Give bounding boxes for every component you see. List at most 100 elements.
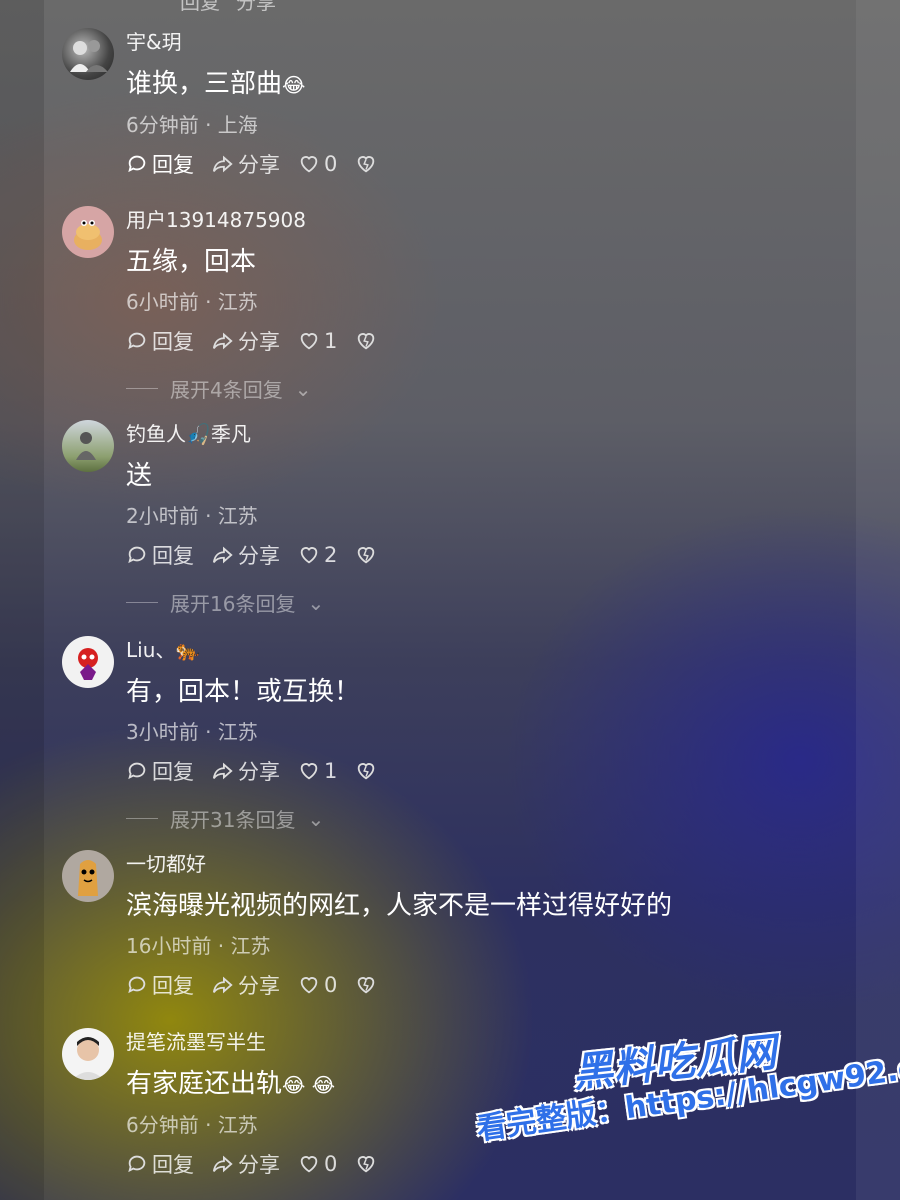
share-icon	[212, 544, 234, 566]
share-label: 分享	[238, 544, 280, 568]
tiger-emoji: 🐅	[175, 638, 201, 662]
reply-label: 回复	[152, 974, 194, 998]
left-edge	[0, 0, 44, 1200]
dislike-button[interactable]	[355, 330, 377, 352]
share-label: 分享	[238, 330, 280, 354]
heart-icon	[298, 1153, 320, 1175]
like-count: 0	[324, 1152, 338, 1176]
share-button[interactable]: 分享	[212, 756, 280, 786]
heart-icon	[298, 974, 320, 996]
reply-button[interactable]: 回复	[126, 1149, 194, 1179]
reply-icon	[126, 1153, 148, 1175]
comment-meta: 6小时前 · 江苏	[126, 290, 258, 314]
like-count: 1	[324, 329, 338, 353]
share-icon	[212, 760, 234, 782]
comment-username[interactable]: 宇&玥	[126, 28, 842, 56]
dislike-button[interactable]	[355, 1153, 377, 1175]
laughing-emoji: 😂 😂	[282, 1073, 336, 1097]
right-edge	[856, 0, 900, 1200]
avatar[interactable]	[62, 636, 114, 688]
expand-replies-label: 展开16条回复	[170, 592, 296, 616]
previous-comment-actions: 回复 分享	[180, 0, 276, 14]
reply-button[interactable]: 回复	[126, 970, 194, 1000]
avatar-cartoon-icon	[74, 220, 102, 250]
reply-button[interactable]: 回复	[126, 756, 194, 786]
expand-replies[interactable]: 展开4条回复 ⌄	[126, 374, 842, 403]
share-button[interactable]: 分享	[212, 149, 280, 179]
share-label: 分享	[238, 1153, 280, 1177]
like-button[interactable]: 1	[298, 759, 337, 783]
comment-meta: 6分钟前 · 上海	[126, 113, 258, 137]
comment-username[interactable]: 用户13914875908	[126, 206, 842, 234]
heart-icon	[298, 760, 320, 782]
heart-icon	[298, 153, 320, 175]
expand-replies-label: 展开31条回复	[170, 808, 296, 832]
share-label[interactable]: 分享	[236, 0, 276, 14]
reply-label: 回复	[152, 153, 194, 177]
avatar[interactable]	[62, 206, 114, 258]
chevron-down-icon: ⌄	[307, 590, 325, 615]
expand-replies[interactable]: 展开16条回复 ⌄	[126, 588, 842, 617]
reply-icon	[126, 760, 148, 782]
dislike-button[interactable]	[355, 760, 377, 782]
comment-username[interactable]: 钓鱼人🎣季凡	[126, 420, 842, 448]
divider	[126, 388, 158, 389]
reply-icon	[126, 974, 148, 996]
like-button[interactable]: 0	[298, 152, 337, 176]
reply-button[interactable]: 回复	[126, 149, 194, 179]
like-count: 1	[324, 759, 338, 783]
avatar[interactable]	[62, 850, 114, 902]
avatar[interactable]	[62, 28, 114, 80]
avatar-cartoon-icon	[78, 860, 98, 896]
broken-heart-icon	[355, 974, 377, 996]
reply-label: 回复	[152, 330, 194, 354]
like-button[interactable]: 2	[298, 543, 337, 567]
broken-heart-icon	[355, 760, 377, 782]
avatar[interactable]	[62, 420, 114, 472]
like-button[interactable]: 0	[298, 1152, 337, 1176]
comment-meta: 3小时前 · 江苏	[126, 720, 258, 744]
username-part: 钓鱼人	[126, 422, 186, 446]
chevron-down-icon: ⌄	[307, 806, 325, 831]
reply-label: 回复	[152, 1153, 194, 1177]
like-count: 0	[324, 152, 338, 176]
heart-icon	[298, 544, 320, 566]
avatar-cartoon-icon	[78, 648, 98, 680]
dislike-button[interactable]	[355, 544, 377, 566]
broken-heart-icon	[355, 1153, 377, 1175]
share-button[interactable]: 分享	[212, 970, 280, 1000]
share-icon	[212, 1153, 234, 1175]
comment-username[interactable]: 一切都好	[126, 850, 842, 878]
reply-icon	[126, 330, 148, 352]
share-button[interactable]: 分享	[212, 1149, 280, 1179]
divider	[126, 602, 158, 603]
share-button[interactable]: 分享	[212, 326, 280, 356]
like-button[interactable]: 0	[298, 973, 337, 997]
avatar-photo-icon	[76, 432, 96, 460]
avatar-photo-icon	[70, 40, 108, 72]
reply-label: 回复	[152, 544, 194, 568]
share-icon	[212, 153, 234, 175]
reply-button[interactable]: 回复	[126, 326, 194, 356]
avatar[interactable]	[62, 1028, 114, 1080]
broken-heart-icon	[355, 544, 377, 566]
reply-label: 回复	[152, 760, 194, 784]
expand-replies[interactable]: 展开31条回复 ⌄	[126, 804, 842, 833]
share-label: 分享	[238, 153, 280, 177]
like-button[interactable]: 1	[298, 329, 337, 353]
fishing-emoji: 🎣	[186, 422, 211, 446]
dislike-button[interactable]	[355, 974, 377, 996]
comment-text: 有，回本！或互换！	[126, 677, 361, 707]
reply-icon	[126, 153, 148, 175]
reply-label[interactable]: 回复	[180, 0, 220, 14]
share-button[interactable]: 分享	[212, 540, 280, 570]
comment-username[interactable]: Liu、🐅	[126, 636, 842, 664]
broken-heart-icon	[355, 330, 377, 352]
reply-button[interactable]: 回复	[126, 540, 194, 570]
comment-text: 谁换，三部曲	[126, 69, 283, 99]
dislike-button[interactable]	[355, 153, 377, 175]
comment-meta: 2小时前 · 江苏	[126, 504, 258, 528]
share-label: 分享	[238, 974, 280, 998]
comment-text: 有家庭还出轨	[126, 1069, 283, 1099]
avatar-photo-icon	[72, 1037, 104, 1080]
